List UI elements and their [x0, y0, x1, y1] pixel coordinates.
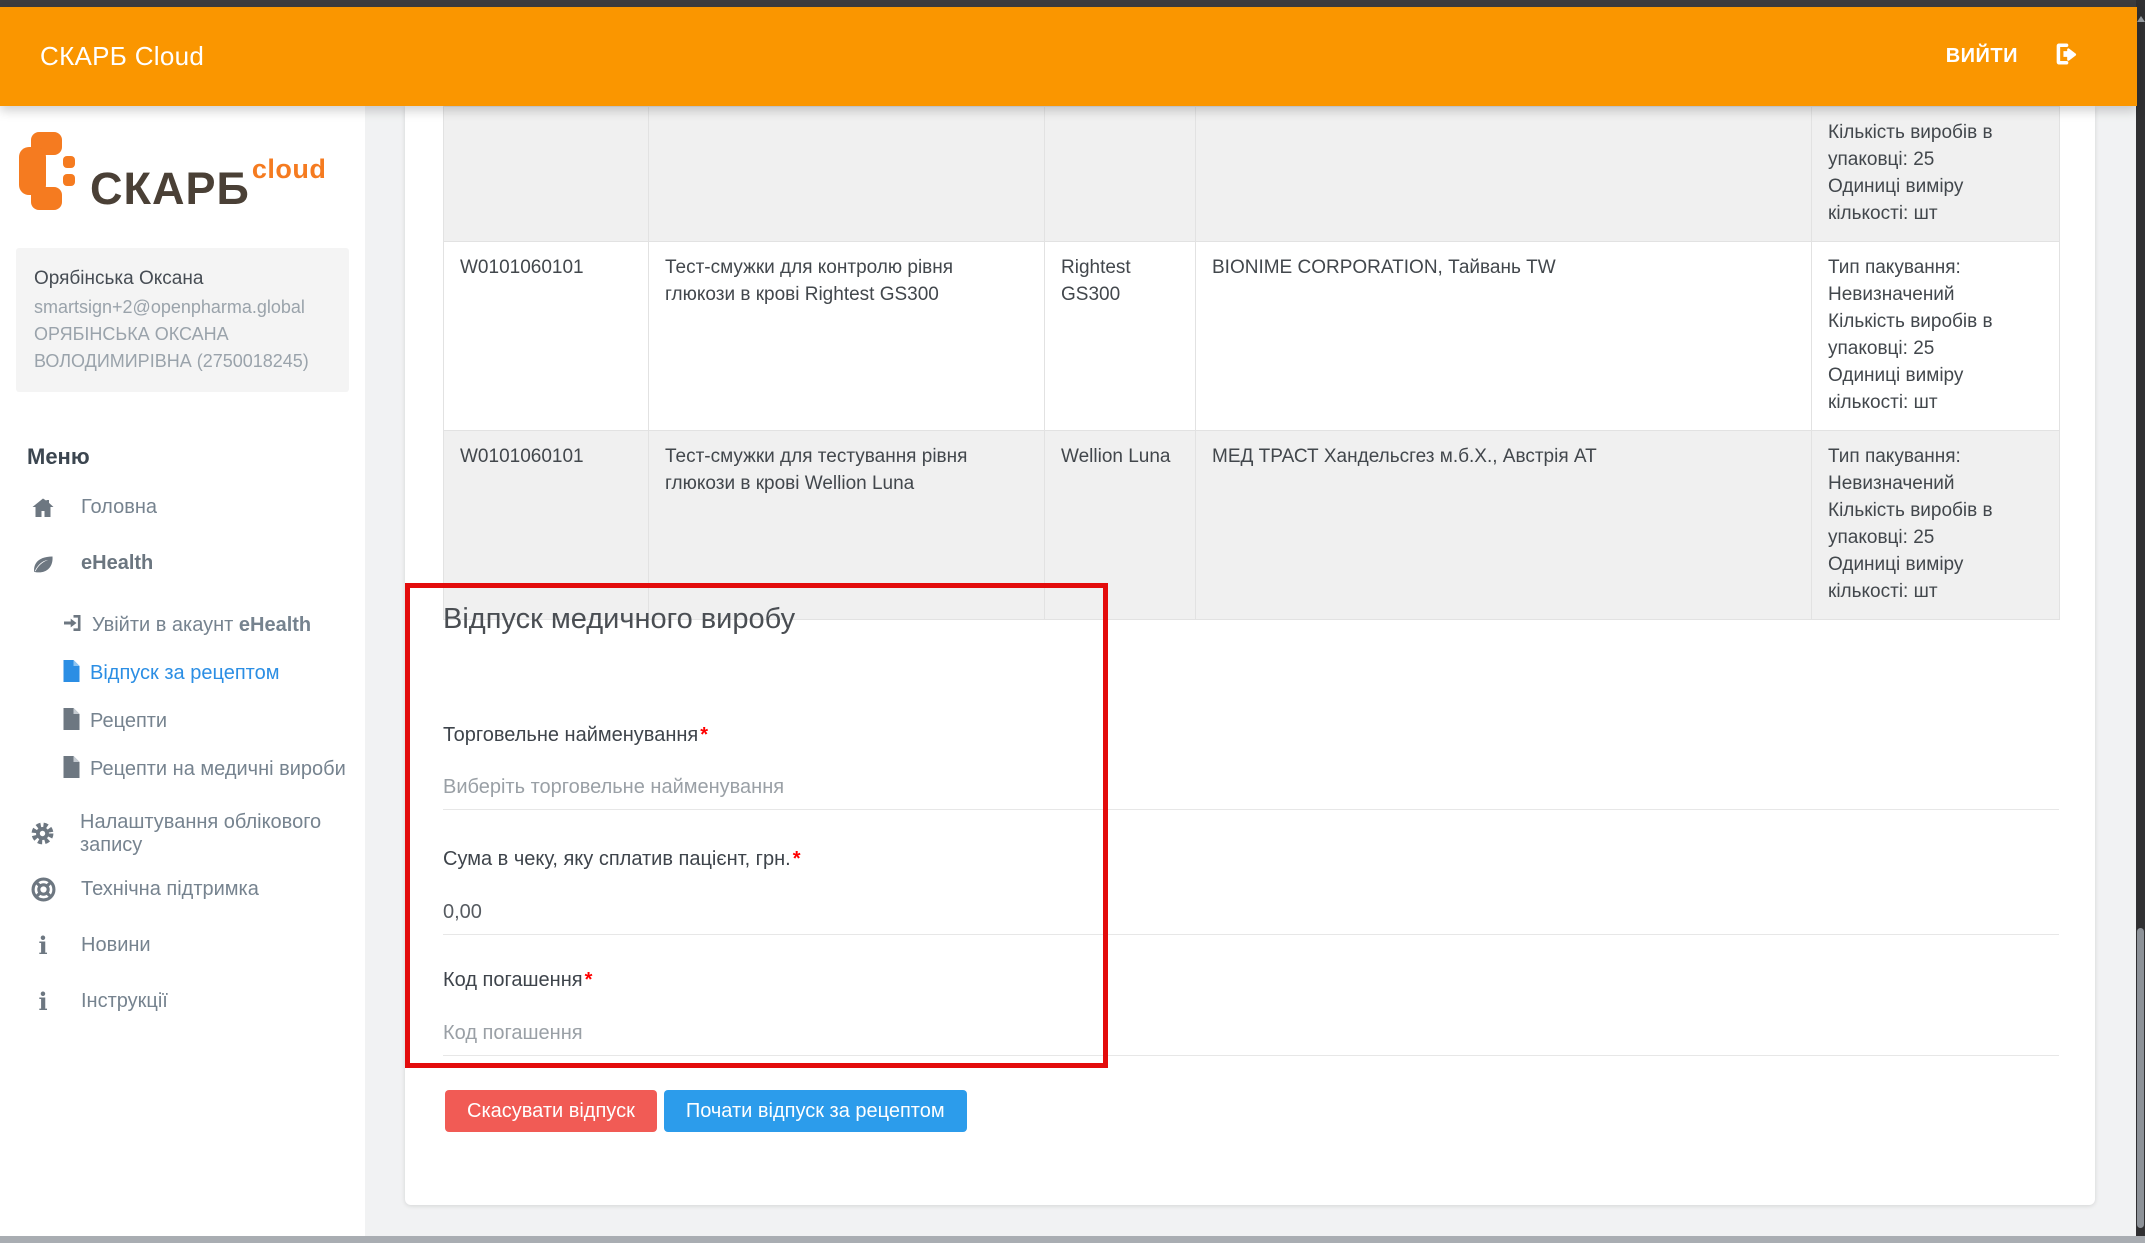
cell-packaging: Тип пакування: Невизначений Кількість ви…	[1812, 241, 2060, 430]
sidebar-item-label: Новини	[81, 934, 151, 957]
sidebar-item-label: Рецепти на медичні вироби	[90, 758, 346, 781]
leaf-icon	[30, 552, 56, 576]
cell-manufacturer: МЕД ТРАСТ Хандельсгез м.б.Х., Австрія AT	[1196, 430, 1812, 619]
amount-input[interactable]	[443, 891, 2059, 935]
cancel-dispense-button[interactable]: Скасувати відпуск	[445, 1090, 657, 1132]
logout-button[interactable]: ВИЙТИ	[1946, 40, 2080, 73]
required-asterisk: *	[585, 969, 593, 991]
user-email: smartsign+2@openpharma.global	[34, 294, 331, 321]
sidebar-item-ehealth-login[interactable]: Увійти в акаунт eHealth	[0, 602, 365, 650]
brand-logo: СКАРБcloud	[0, 106, 365, 226]
sidebar: СКАРБcloud Орябінська Оксана smartsign+2…	[0, 106, 365, 1237]
secondary-menu: Налаштування облікового запису	[0, 806, 365, 1030]
cell-code: W0101060101	[444, 241, 649, 430]
skarb-logo-icon	[18, 132, 76, 215]
vertical-scrollbar-thumb[interactable]	[2137, 928, 2144, 1228]
required-asterisk: *	[700, 724, 708, 746]
cell-model	[1045, 107, 1196, 242]
info-icon: i	[30, 934, 56, 958]
app-title: СКАРБ Cloud	[40, 41, 204, 72]
amount-label: Сума в чеку, яку сплатив пацієнт, грн.*	[443, 848, 801, 871]
sign-out-icon[interactable]	[2052, 40, 2080, 73]
gear-icon	[30, 821, 55, 846]
ehealth-submenu: Увійти в акаунт eHealth Відпуск за рецеп…	[0, 602, 365, 794]
sidebar-item-news[interactable]: i Новини	[0, 918, 365, 974]
cell-name: Тест-смужки для тестування рівня глюкози…	[649, 430, 1045, 619]
start-dispense-button[interactable]: Почати відпуск за рецептом	[664, 1090, 967, 1132]
cell-model: Rightest GS300	[1045, 241, 1196, 430]
sidebar-item-label: Головна	[81, 496, 157, 519]
info-icon: i	[30, 990, 56, 1014]
life-ring-icon	[30, 877, 56, 902]
sidebar-item-label: eHealth	[81, 552, 153, 575]
menu-heading: Меню	[27, 444, 365, 470]
sidebar-item-label: Увійти в акаунт eHealth	[92, 614, 311, 637]
sidebar-item-home[interactable]: Головна	[0, 480, 365, 536]
brand-name: СКАРБcloud	[90, 132, 326, 226]
sidebar-item-label: Технічна підтримка	[81, 878, 259, 901]
cell-code: W0101060101	[444, 430, 649, 619]
redeem-code-input[interactable]	[443, 1012, 2059, 1056]
user-display-name: Орябінська Оксана	[34, 265, 331, 294]
browser-top-strip	[0, 0, 2145, 7]
user-full-name: ОРЯБІНСЬКА ОКСАНА ВОЛОДИМИРІВНА (2750018…	[34, 321, 331, 375]
sidebar-item-recipes[interactable]: Рецепти	[0, 698, 365, 746]
user-info-box: Орябінська Оксана smartsign+2@openpharma…	[16, 248, 349, 392]
sidebar-menu: Головна eHealth	[0, 480, 365, 1030]
required-asterisk: *	[793, 848, 801, 870]
trade-name-select[interactable]	[443, 766, 2059, 810]
cell-code	[444, 107, 649, 242]
app-screen: СКАРБ Cloud ВИЙТИ	[0, 0, 2145, 1243]
sidebar-item-instructions[interactable]: i Інструкції	[0, 974, 365, 1030]
home-icon	[30, 496, 56, 520]
sidebar-item-support[interactable]: Технічна підтримка	[0, 862, 365, 918]
brand-cloud-suffix: cloud	[252, 154, 327, 184]
cell-name: Тест-смужки для контролю рівня глюкози в…	[649, 241, 1045, 430]
main-content-card: Кількість виробів в упаковці: 25 Одиниці…	[405, 106, 2095, 1205]
sidebar-item-label: Налаштування облікового запису	[80, 811, 365, 857]
horizontal-scrollbar[interactable]	[0, 1236, 2145, 1243]
cell-packaging: Кількість виробів в упаковці: 25 Одиниці…	[1812, 107, 2060, 242]
vertical-scrollbar[interactable]	[2136, 0, 2145, 1243]
cell-name	[649, 107, 1045, 242]
sidebar-item-label: Рецепти	[90, 710, 167, 733]
file-icon	[62, 756, 81, 784]
trade-name-label: Торговельне найменування*	[443, 724, 708, 747]
file-icon	[62, 660, 81, 688]
sidebar-item-dispense-by-prescription[interactable]: Відпуск за рецептом	[0, 650, 365, 698]
sidebar-item-account-settings[interactable]: Налаштування облікового запису	[0, 806, 365, 862]
sidebar-item-recipes-medical-devices[interactable]: Рецепти на медичні вироби	[0, 746, 365, 794]
cell-manufacturer	[1196, 107, 1812, 242]
form-title: Відпуск медичного виробу	[443, 603, 795, 636]
sidebar-item-ehealth[interactable]: eHealth	[0, 536, 365, 592]
sign-in-icon	[62, 613, 83, 639]
logout-label[interactable]: ВИЙТИ	[1946, 45, 2018, 68]
sidebar-item-label: Інструкції	[81, 990, 168, 1013]
table-row: W0101060101 Тест-смужки для контролю рів…	[444, 241, 2060, 430]
table-row: Кількість виробів в упаковці: 25 Одиниці…	[444, 107, 2060, 242]
sidebar-item-label: Відпуск за рецептом	[90, 662, 279, 685]
cell-packaging: Тип пакування: Невизначений Кількість ви…	[1812, 430, 2060, 619]
app-header: СКАРБ Cloud ВИЙТИ	[0, 7, 2137, 106]
medical-devices-table: Кількість виробів в упаковці: 25 Одиниці…	[443, 106, 2060, 620]
table-row: W0101060101 Тест-смужки для тестування р…	[444, 430, 2060, 619]
cell-model: Wellion Luna	[1045, 430, 1196, 619]
scrollbar-up-arrow[interactable]	[2137, 16, 2145, 22]
file-icon	[62, 708, 81, 736]
cell-manufacturer: BIONIME CORPORATION, Тайвань TW	[1196, 241, 1812, 430]
redeem-code-label: Код погашення*	[443, 969, 592, 992]
form-buttons: Скасувати відпуск Почати відпуск за реце…	[445, 1090, 967, 1132]
